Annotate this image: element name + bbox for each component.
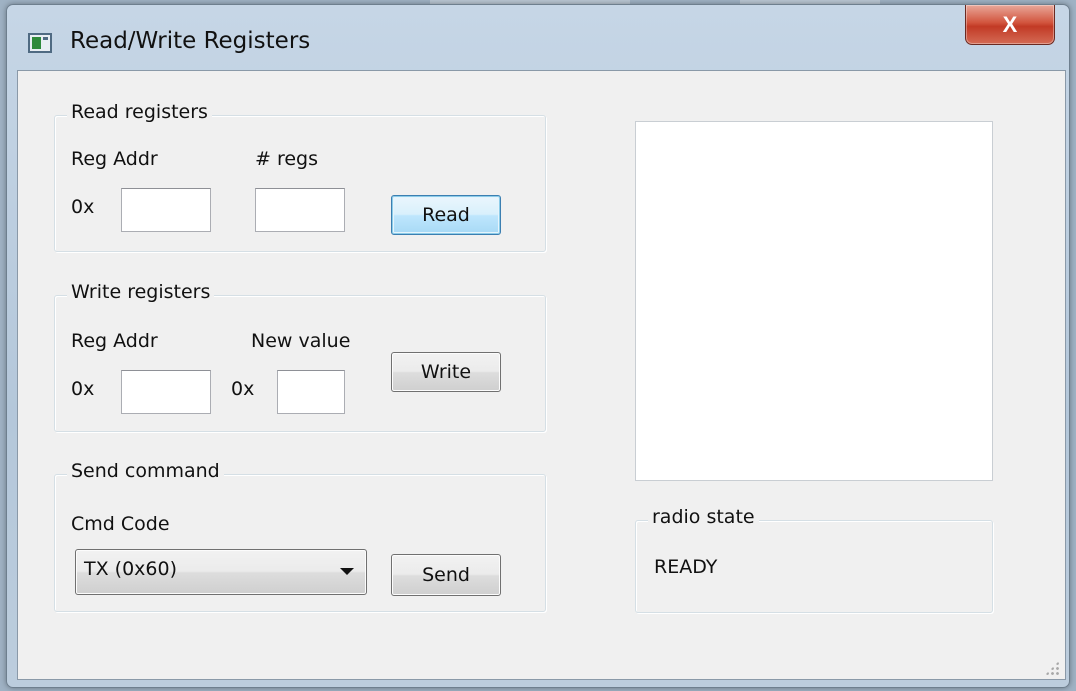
cmd-code-label: Cmd Code: [71, 513, 170, 535]
read-reg-addr-label: Reg Addr: [71, 148, 158, 170]
chevron-down-icon: [340, 568, 354, 575]
app-window-icon: [28, 33, 52, 53]
read-button[interactable]: Read: [391, 195, 501, 235]
write-registers-title: Write registers: [67, 281, 215, 303]
window-title: Read/Write Registers: [70, 28, 311, 54]
title-bar[interactable]: Read/Write Registers X: [7, 5, 1069, 71]
read-reg-addr-input[interactable]: [121, 188, 211, 232]
client-area: Read registers Reg Addr # regs 0x Read W…: [17, 70, 1066, 680]
read-registers-title: Read registers: [67, 101, 212, 123]
radio-state-group: radio state READY: [635, 506, 993, 613]
read-addr-prefix: 0x: [71, 196, 95, 218]
write-new-value-label: New value: [251, 330, 351, 352]
write-button[interactable]: Write: [391, 352, 501, 392]
write-addr-prefix: 0x: [71, 378, 95, 400]
write-reg-addr-input[interactable]: [121, 370, 211, 414]
close-button[interactable]: X: [965, 5, 1055, 45]
write-value-prefix: 0x: [231, 378, 255, 400]
write-reg-addr-label: Reg Addr: [71, 330, 158, 352]
cmd-code-selected: TX (0x60): [84, 558, 177, 580]
radio-state-title: radio state: [648, 506, 759, 528]
resize-grip-icon[interactable]: [1045, 661, 1059, 675]
cmd-code-dropdown[interactable]: TX (0x60): [75, 549, 367, 595]
read-num-regs-label: # regs: [255, 148, 319, 170]
write-registers-group: Write registers Reg Addr New value 0x 0x…: [54, 281, 546, 432]
radio-state-value: READY: [654, 556, 718, 578]
read-num-regs-input[interactable]: [255, 188, 345, 232]
read-registers-group: Read registers Reg Addr # regs 0x Read: [54, 101, 546, 252]
close-icon: X: [1002, 11, 1018, 37]
register-output-box[interactable]: [635, 121, 993, 481]
write-new-value-input[interactable]: [277, 370, 345, 414]
send-command-title: Send command: [67, 460, 224, 482]
dialog-window: Read/Write Registers X Read registers Re…: [6, 4, 1070, 688]
send-button[interactable]: Send: [391, 554, 501, 596]
send-command-group: Send command Cmd Code TX (0x60) Send: [54, 460, 546, 612]
